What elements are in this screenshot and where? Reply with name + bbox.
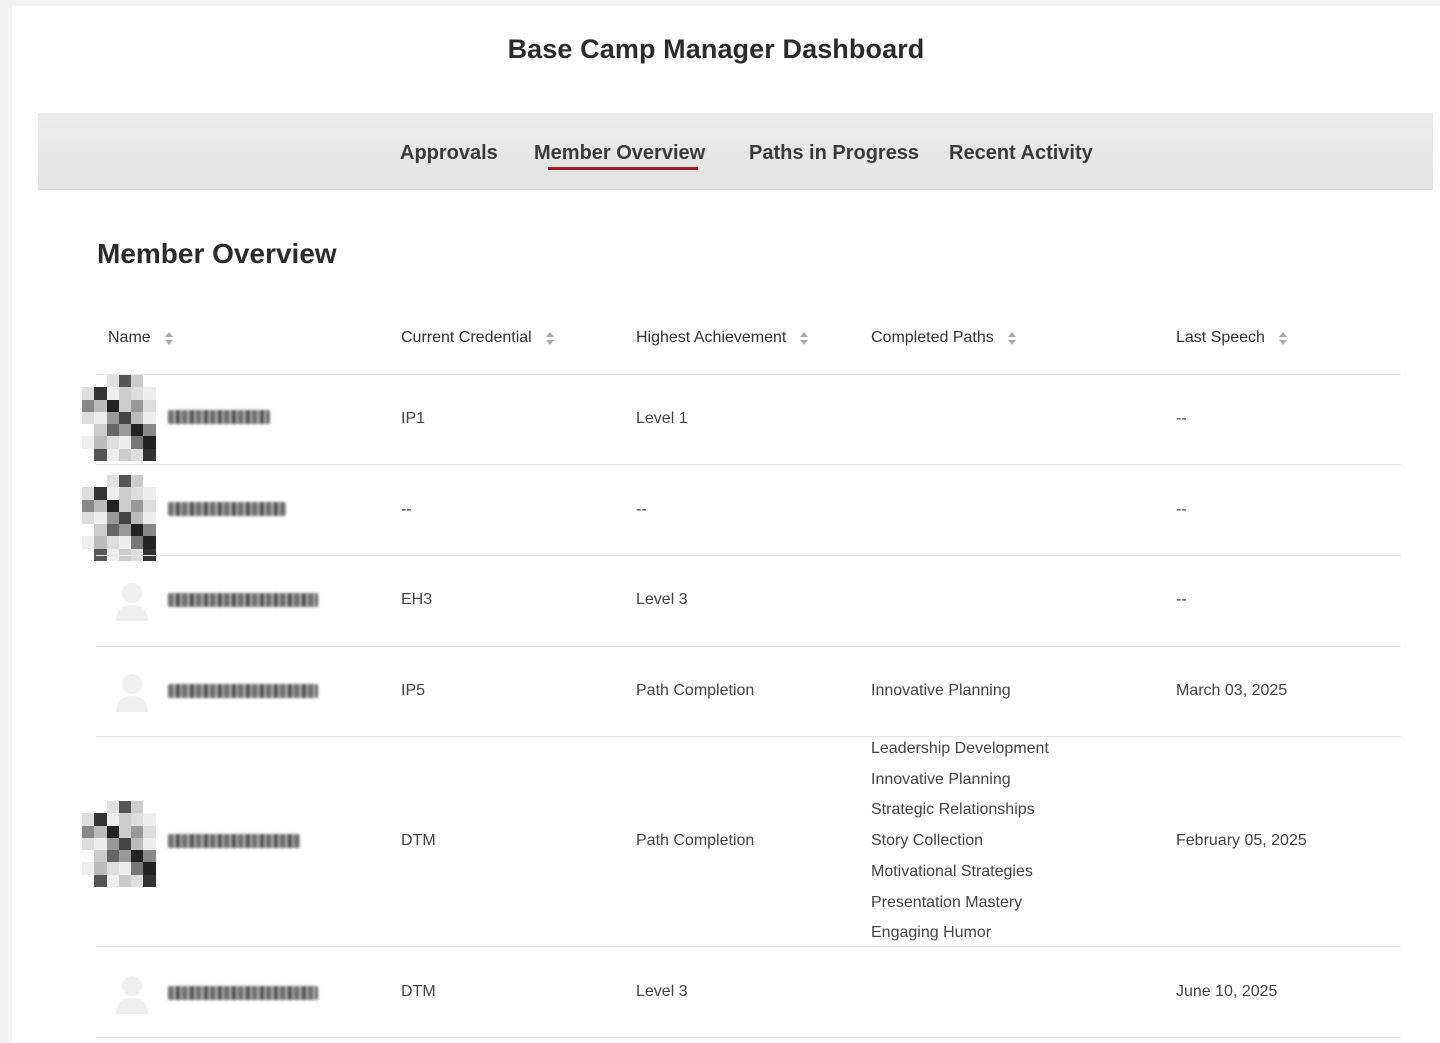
- member-name[interactable]: [168, 834, 300, 848]
- default-user-icon: [116, 976, 148, 1014]
- tab-label: Recent Activity: [949, 142, 1093, 164]
- member-name[interactable]: [168, 502, 286, 516]
- row-divider: [96, 646, 1401, 647]
- row-divider: [96, 464, 1401, 465]
- tab-member-overview[interactable]: Member Overview: [534, 113, 705, 189]
- tab-label: Paths in Progress: [749, 142, 920, 164]
- achievement-cell: Level 3: [636, 983, 688, 1000]
- credential-cell: --: [401, 501, 412, 518]
- tab-approvals[interactable]: Approvals: [400, 113, 498, 189]
- credential-cell: EH3: [401, 591, 433, 608]
- tab-label: Approvals: [400, 142, 498, 164]
- last-speech-cell: February 05, 2025: [1176, 832, 1307, 849]
- active-tab-indicator: [548, 167, 698, 170]
- completed-path-item: Strategic Relationships: [871, 801, 1035, 819]
- achievement-cell: Level 1: [636, 410, 688, 427]
- last-speech-cell: March 03, 2025: [1176, 682, 1288, 699]
- dashboard-title: Base Camp Manager Dashboard: [507, 34, 925, 64]
- default-user-icon: [116, 674, 148, 712]
- last-speech-cell: June 10, 2025: [1176, 983, 1278, 1000]
- default-user-icon: [116, 583, 148, 621]
- member-name[interactable]: [168, 593, 318, 607]
- member-name[interactable]: [168, 986, 318, 1000]
- completed-path-item: Motivational Strategies: [871, 862, 1033, 880]
- column-header-name[interactable]: Name: [108, 329, 173, 347]
- row-divider: [96, 1037, 1401, 1038]
- sort-icon: [800, 331, 809, 345]
- row-divider: [96, 374, 1401, 375]
- column-header-last-speech[interactable]: Last Speech: [1176, 329, 1287, 347]
- avatar: [82, 801, 168, 887]
- member-name[interactable]: [168, 410, 270, 424]
- tab-recent-activity[interactable]: Recent Activity: [949, 113, 1093, 189]
- section-title: Member Overview: [97, 238, 337, 269]
- row-divider: [96, 736, 1401, 737]
- last-speech-cell: --: [1176, 410, 1187, 427]
- completed-path-item: Engaging Humor: [871, 924, 992, 942]
- member-name[interactable]: [168, 684, 318, 698]
- tab-bar: Approvals Member Overview Paths in Progr…: [38, 113, 1433, 190]
- last-speech-cell: --: [1176, 501, 1187, 518]
- achievement-cell: Path Completion: [636, 832, 755, 849]
- column-header-completed-paths[interactable]: Completed Paths: [871, 329, 1016, 347]
- sort-icon: [164, 331, 173, 345]
- completed-path-item: Leadership Development: [871, 740, 1049, 757]
- achievement-cell: --: [636, 501, 647, 518]
- completed-path-cell: Innovative Planning: [871, 682, 1011, 699]
- completed-path-item: Presentation Mastery: [871, 893, 1023, 911]
- tab-paths-in-progress[interactable]: Paths in Progress: [749, 113, 919, 189]
- column-header-current-credential[interactable]: Current Credential: [401, 329, 554, 347]
- achievement-cell: Level 3: [636, 591, 688, 608]
- completed-path-item: Story Collection: [871, 832, 984, 850]
- column-header-highest-achievement[interactable]: Highest Achievement: [636, 329, 809, 347]
- sort-icon: [545, 331, 554, 345]
- completed-path-item: Innovative Planning: [871, 770, 1011, 788]
- completed-paths-list: Leadership Development Innovative Planni…: [871, 734, 1049, 949]
- credential-cell: DTM: [401, 832, 436, 849]
- credential-cell: IP5: [401, 682, 426, 699]
- sort-icon: [1007, 331, 1016, 345]
- avatar: [82, 475, 168, 561]
- last-speech-cell: --: [1176, 591, 1187, 608]
- achievement-cell: Path Completion: [636, 682, 755, 699]
- tab-label: Member Overview: [534, 142, 706, 164]
- credential-cell: IP1: [401, 410, 426, 427]
- row-divider: [96, 555, 1401, 556]
- credential-cell: DTM: [401, 983, 436, 1000]
- page-container: Base Camp Manager Dashboard Approvals Me…: [12, 6, 1440, 1043]
- avatar: [82, 375, 168, 461]
- row-divider: [96, 946, 1401, 947]
- sort-icon: [1278, 331, 1287, 345]
